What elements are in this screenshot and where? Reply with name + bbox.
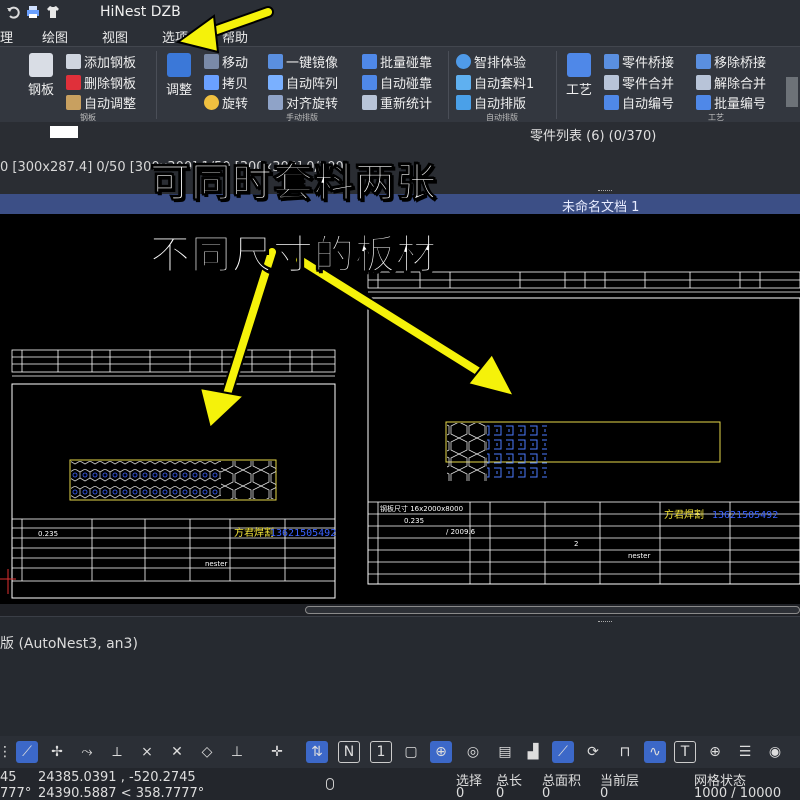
snap-perpendicular-icon[interactable]: ⟂ xyxy=(106,741,128,763)
cursor-polar: 24390.5887 < 358.7777° xyxy=(38,786,205,800)
command-history-line: 版 (AutoNest3, an3) xyxy=(0,636,138,652)
snap-tangent-icon[interactable]: ⤳ xyxy=(76,741,98,763)
arrow-head-icon xyxy=(175,14,220,54)
status-grid-value: 1000 / 10000 xyxy=(694,786,782,800)
status-left-1: 45 xyxy=(0,770,17,785)
snap-node-icon[interactable]: ✢ xyxy=(46,741,68,763)
wave-icon[interactable]: ∿ xyxy=(644,741,666,763)
stack-icon[interactable]: ▤ xyxy=(494,741,516,763)
snap-base-icon[interactable]: ⊥ xyxy=(226,741,248,763)
overlay-caption-line1: 可同时套料两张 xyxy=(150,160,437,207)
arrow-head-icon xyxy=(198,386,247,430)
toolbar-grip-icon[interactable]: ⋮ xyxy=(0,741,12,763)
diagonal-icon[interactable]: ⟋ xyxy=(552,741,574,763)
spiral-icon[interactable]: ◎ xyxy=(462,741,484,763)
scrollbar-thumb[interactable] xyxy=(305,606,800,614)
horizontal-scrollbar[interactable] xyxy=(0,604,800,616)
status-left-2: 777° xyxy=(0,786,32,800)
command-panel: 版 (AutoNest3, an3) xyxy=(0,616,800,736)
text-t-icon[interactable]: T xyxy=(674,741,696,763)
crosshair-icon[interactable]: ⊕ xyxy=(704,741,726,763)
status-bar: 45 777° 24385.0391 , -520.2745 24390.588… xyxy=(0,768,800,800)
snap-cross-icon[interactable]: ✕ xyxy=(166,741,188,763)
eye-icon[interactable]: ◉ xyxy=(764,741,786,763)
bridge-icon[interactable]: ⊓ xyxy=(614,741,636,763)
status-total-area-value: 0 xyxy=(542,786,551,800)
status-layer-value: 0 xyxy=(600,786,609,800)
snap-intersection-icon[interactable]: ⨯ xyxy=(136,741,158,763)
list-icon[interactable]: ☰ xyxy=(734,741,756,763)
paint-icon[interactable]: ▟ xyxy=(522,741,544,763)
splitter-handle[interactable] xyxy=(598,621,612,622)
snap-point-icon[interactable]: ✛ xyxy=(266,741,288,763)
status-total-length-value: 0 xyxy=(496,786,505,800)
ortho-icon[interactable]: ⇅ xyxy=(306,741,328,763)
cursor-coordinates: 24385.0391 , -520.2745 xyxy=(38,770,196,785)
zoom-icon[interactable]: ⊕ xyxy=(430,741,452,763)
status-select-value: 0 xyxy=(456,786,465,800)
toggle-1-button[interactable]: 1 xyxy=(370,741,392,763)
refresh-icon[interactable]: ⟳ xyxy=(582,741,604,763)
snap-center-icon[interactable]: ◇ xyxy=(196,741,218,763)
arrow-head-icon xyxy=(466,352,516,398)
frame-icon[interactable]: ▢ xyxy=(400,741,422,763)
snap-toolbar: ⋮ ⟋ ✢ ⤳ ⟂ ⨯ ✕ ◇ ⊥ ✛ ⇅ N 1 ▢ ⊕ ◎ ▤ ▟ ⟋ ⟳ … xyxy=(0,736,800,768)
toggle-n-button[interactable]: N xyxy=(338,741,360,763)
snap-line-icon[interactable]: ⟋ xyxy=(16,741,38,763)
mouse-icon xyxy=(326,778,334,790)
overlay-caption-line2: 不同尺寸的板材 xyxy=(150,232,437,279)
